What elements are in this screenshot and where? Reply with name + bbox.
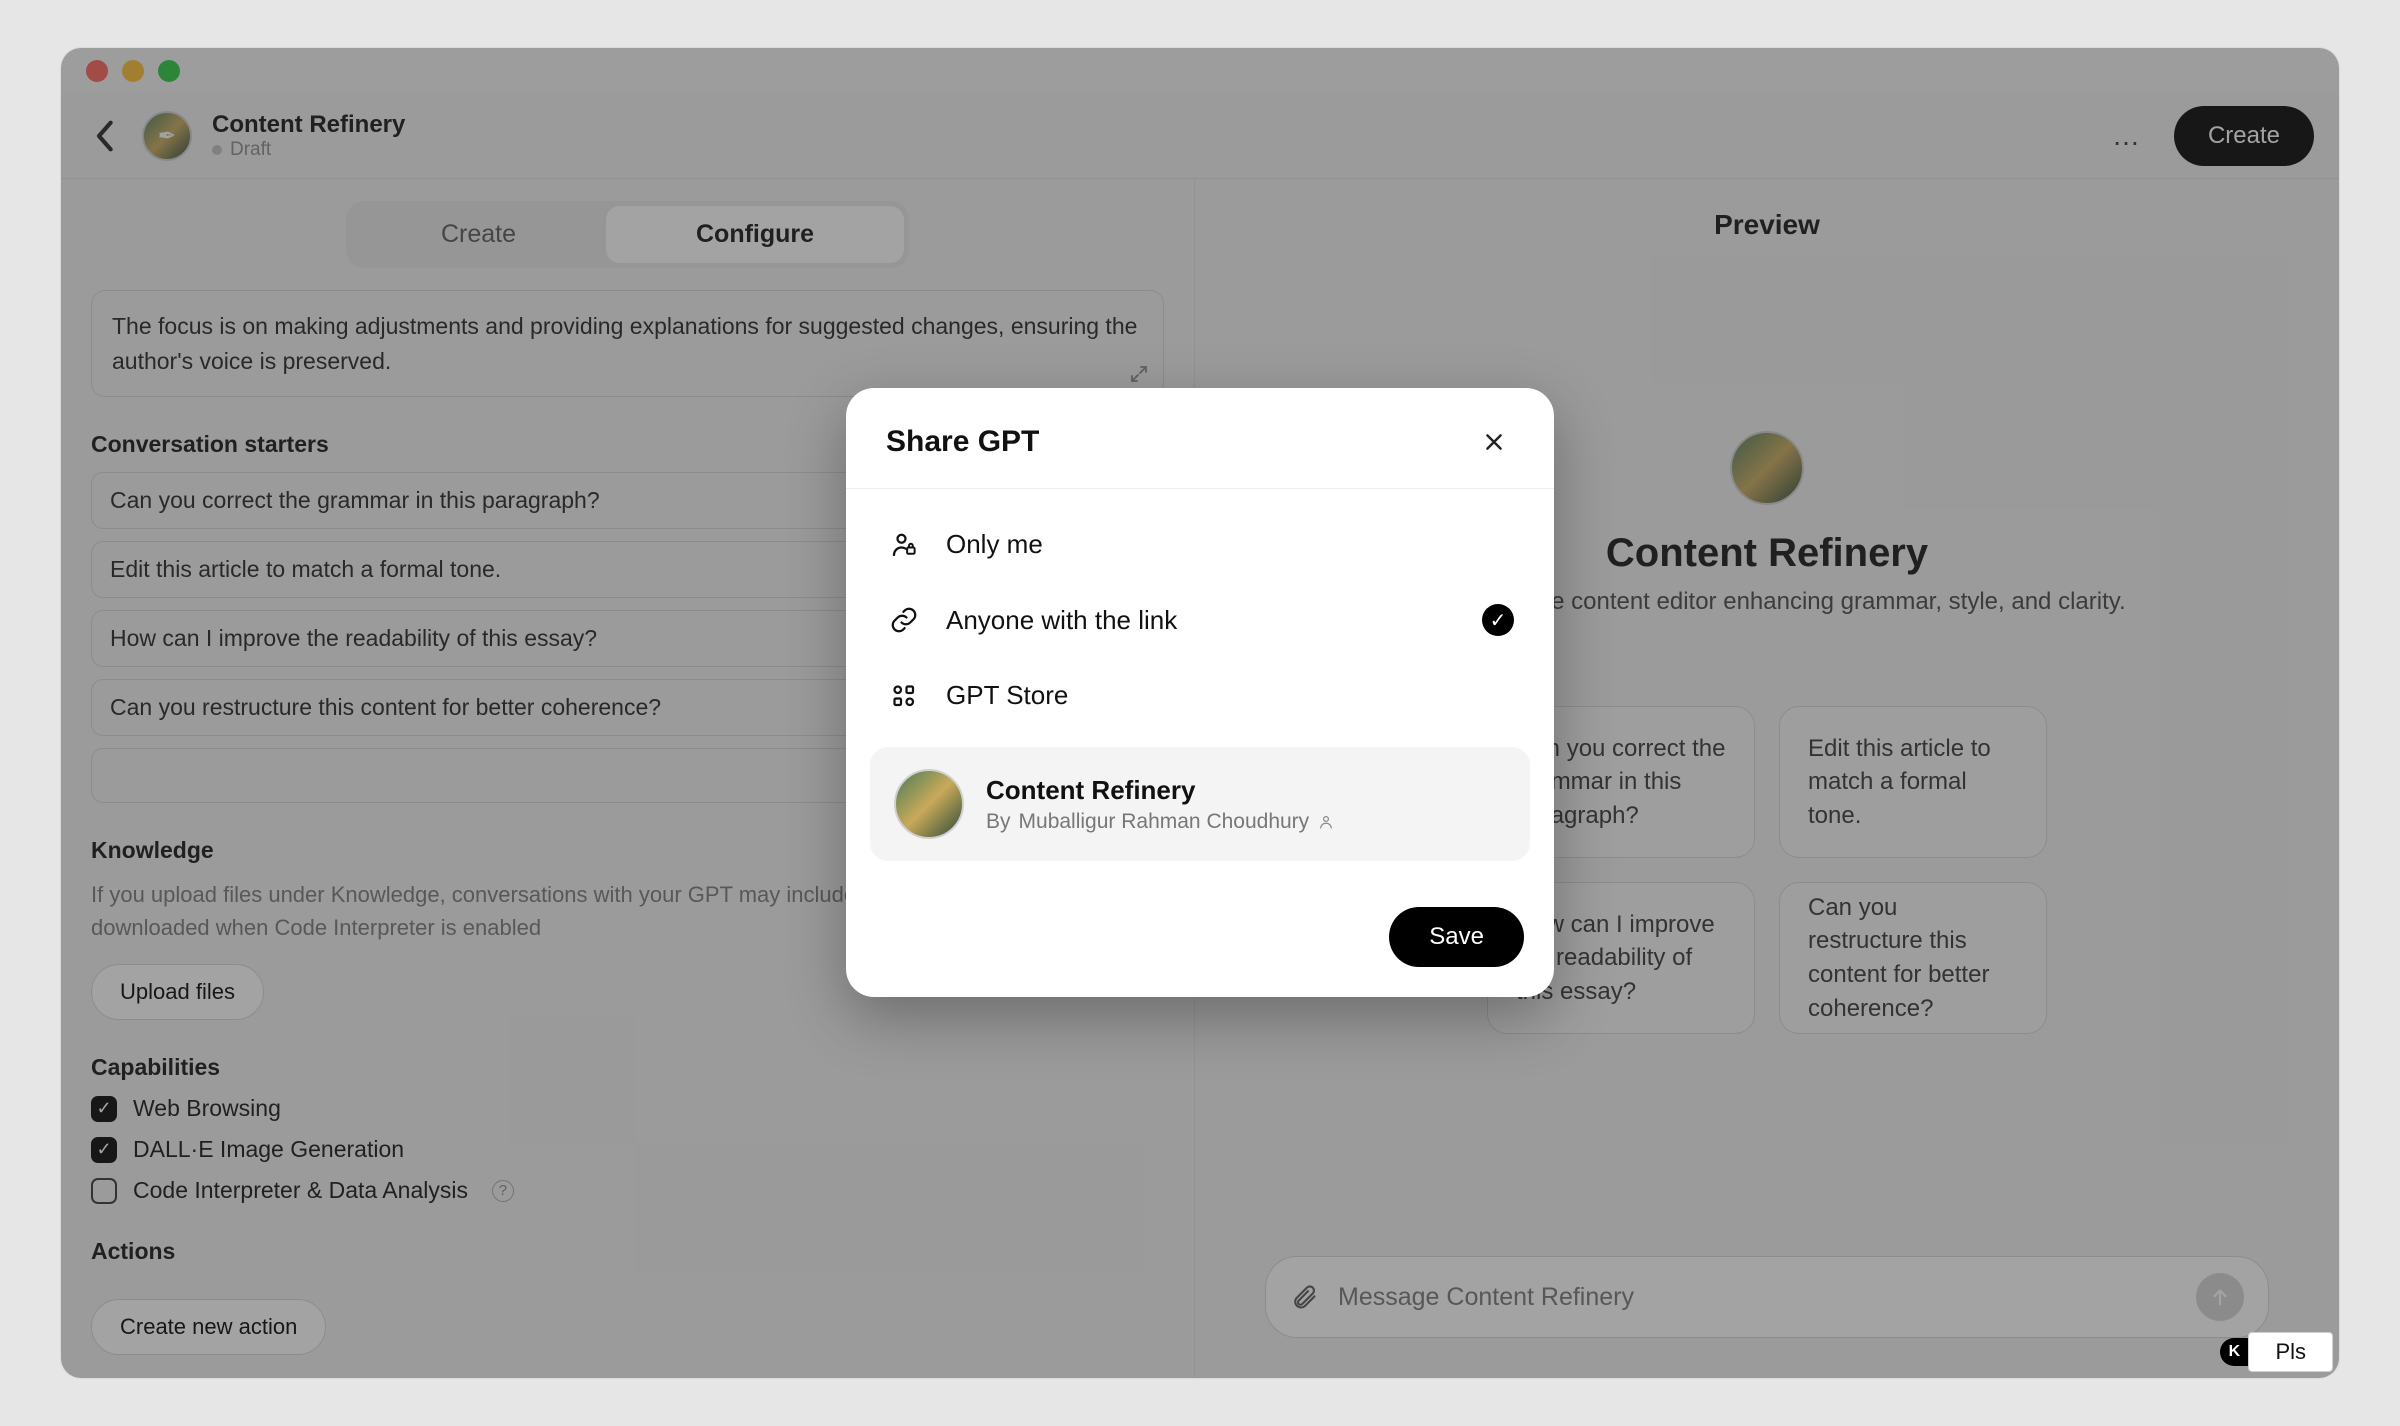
share-option-gpt-store[interactable]: GPT Store <box>860 658 1540 733</box>
link-icon <box>886 605 922 635</box>
close-icon <box>1483 431 1505 453</box>
share-gpt-author: By Muballigur Rahman Choudhury <box>986 810 1335 834</box>
modal-title: Share GPT <box>886 425 1039 459</box>
status-text: Pls <box>2248 1332 2333 1372</box>
share-gpt-preview-card: Content Refinery By Muballigur Rahman Ch… <box>870 747 1530 861</box>
selected-check-icon: ✓ <box>1482 604 1514 636</box>
share-option-label: Anyone with the link <box>946 605 1458 636</box>
modal-close-button[interactable] <box>1474 422 1514 462</box>
share-option-label: GPT Store <box>946 680 1514 711</box>
status-k-badge: K <box>2220 1338 2248 1366</box>
share-gpt-name: Content Refinery <box>986 775 1335 806</box>
share-option-only-me[interactable]: Only me <box>860 507 1540 582</box>
status-chip[interactable]: K Pls <box>2220 1332 2333 1372</box>
share-option-label: Only me <box>946 529 1514 560</box>
save-button[interactable]: Save <box>1389 907 1524 967</box>
app-window: ✒ Content Refinery Draft … Create <box>61 48 2339 1378</box>
share-option-anyone-link[interactable]: Anyone with the link ✓ <box>860 582 1540 658</box>
grid-icon <box>886 681 922 711</box>
gpt-mini-avatar <box>894 769 964 839</box>
person-icon <box>1317 813 1335 831</box>
share-gpt-modal: Share GPT Only me Anyone with the link <box>846 388 1554 997</box>
person-lock-icon <box>886 530 922 560</box>
